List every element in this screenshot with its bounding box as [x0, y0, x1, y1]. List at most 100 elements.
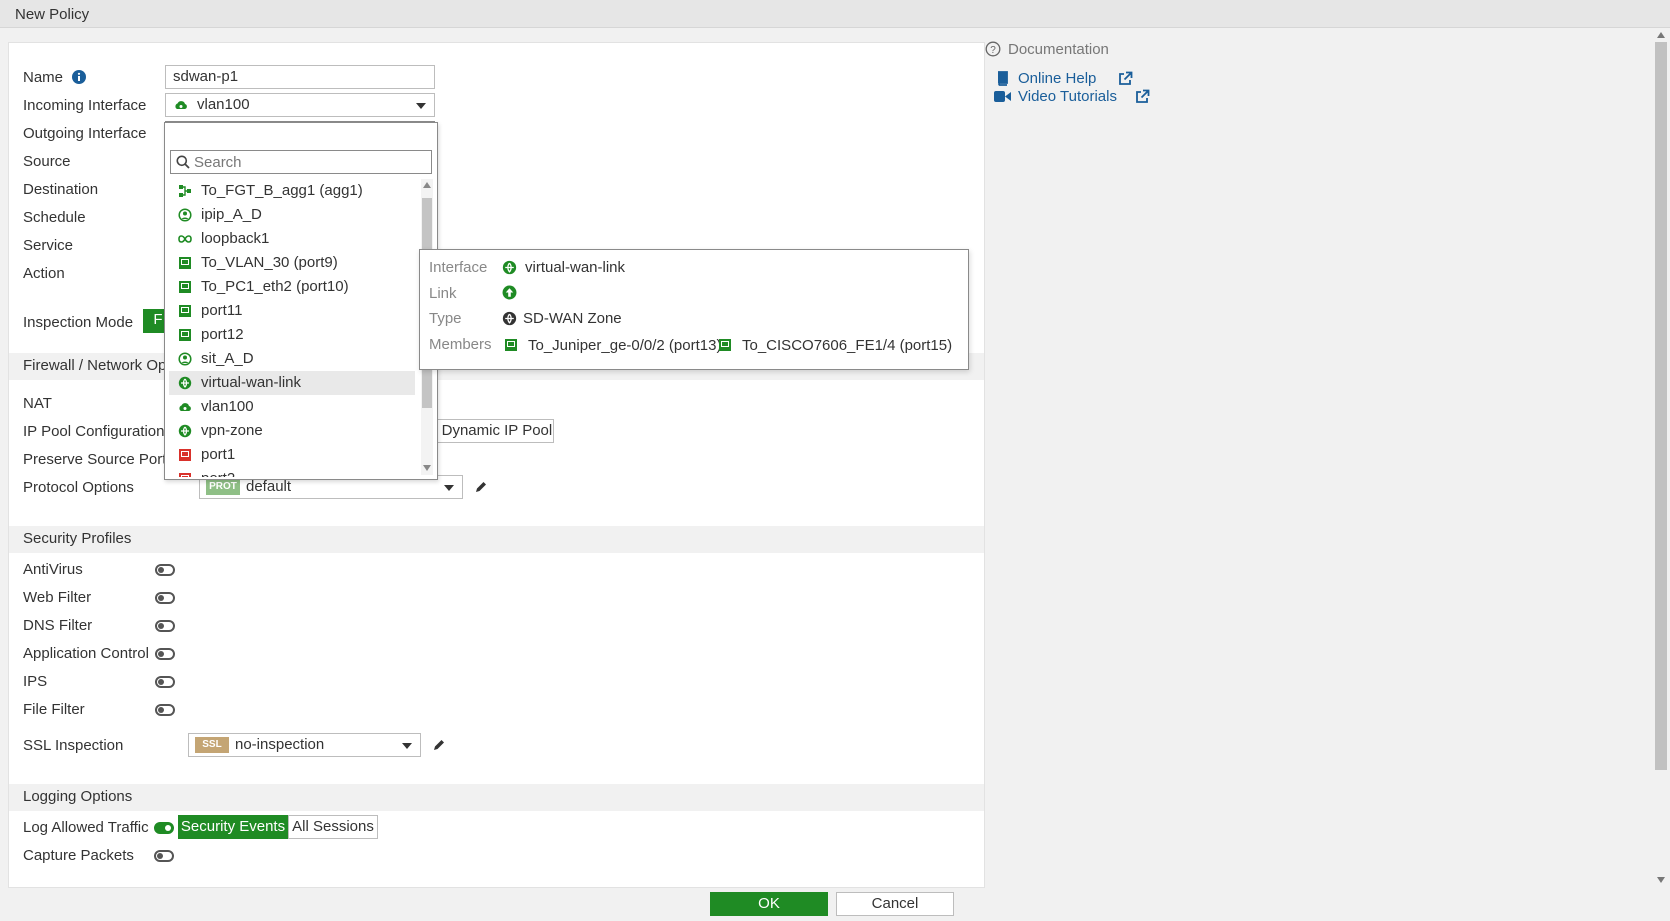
page-scrollbar[interactable] [1652, 28, 1670, 888]
incoming-interface-select[interactable]: vlan100 [165, 93, 435, 117]
vlan-icon [175, 101, 187, 109]
tooltip-members-key: Members [429, 336, 492, 353]
dropdown-item-port2[interactable]: port2 [169, 467, 415, 477]
window-title: New Policy [15, 6, 90, 23]
application-control-toggle[interactable] [155, 648, 175, 660]
ssl-badge: SSL [195, 737, 229, 753]
outgoing-interface-dropdown[interactable]: Search To_FGT_B_agg1 (agg1) ipip_A_D loo… [164, 122, 438, 480]
info-icon[interactable] [72, 70, 86, 84]
external-link-icon[interactable] [1118, 71, 1133, 86]
web-filter-toggle[interactable] [155, 592, 175, 604]
vlan-icon [179, 403, 191, 411]
edit-pencil-icon[interactable] [474, 480, 488, 494]
outgoing-interface-label: Outgoing Interface [23, 125, 147, 142]
antivirus-label: AntiVirus [23, 561, 83, 578]
port-icon [179, 305, 191, 317]
dns-filter-label: DNS Filter [23, 617, 93, 634]
security-profiles-header: Security Profiles [9, 526, 984, 553]
ips-label: IPS [23, 673, 48, 690]
logging-options-header: Logging Options [9, 784, 984, 811]
name-label: Name [23, 69, 64, 86]
video-tutorials-link[interactable]: Video Tutorials [1018, 88, 1117, 105]
dropdown-item-port11[interactable]: port11 [169, 299, 415, 323]
source-label: Source [23, 153, 71, 170]
loopback-icon [178, 235, 192, 243]
help-circle-icon: ? [985, 41, 1001, 57]
ips-toggle[interactable] [155, 676, 175, 688]
chevron-down-icon [416, 103, 426, 109]
dropdown-item-port9[interactable]: To_VLAN_30 (port9) [169, 251, 415, 275]
inspection-mode-label: Inspection Mode [23, 314, 134, 331]
aggregate-icon [179, 185, 191, 197]
chevron-down-icon [402, 743, 412, 749]
log-allowed-traffic-toggle[interactable] [154, 822, 174, 834]
dropdown-item-agg1[interactable]: To_FGT_B_agg1 (agg1) [169, 179, 415, 203]
scroll-up-arrow-icon[interactable] [1657, 32, 1665, 38]
schedule-label: Schedule [23, 209, 86, 226]
tooltip-link-key: Link [429, 285, 457, 302]
dropdown-item-ipip[interactable]: ipip_A_D [169, 203, 415, 227]
tunnel-icon [178, 208, 192, 222]
ssl-inspection-label: SSL Inspection [23, 737, 124, 754]
svg-text:?: ? [990, 45, 996, 56]
tunnel-icon [178, 352, 192, 366]
incoming-interface-label: Incoming Interface [23, 97, 147, 114]
dropdown-item-vpn-zone[interactable]: vpn-zone [169, 419, 415, 443]
search-placeholder: Search [194, 154, 242, 171]
online-help-link[interactable]: Online Help [1018, 70, 1096, 87]
book-icon [998, 71, 1008, 86]
cancel-button[interactable]: Cancel [836, 892, 954, 916]
dropdown-item-port12[interactable]: port12 [169, 323, 415, 347]
page-scroll-thumb[interactable] [1655, 42, 1667, 770]
policy-form-panel: Name sdwan-p1 Incoming Interface vlan100… [8, 42, 985, 888]
name-field[interactable]: sdwan-p1 [165, 65, 435, 89]
preserve-source-port-label: Preserve Source Port [23, 451, 167, 468]
capture-packets-toggle[interactable] [154, 850, 174, 862]
sdwan-zone-icon [502, 260, 517, 275]
antivirus-toggle[interactable] [155, 564, 175, 576]
window-titlebar: New Policy [0, 0, 1670, 28]
dropdown-item-virtual-wan-link[interactable]: virtual-wan-link [169, 371, 415, 395]
external-link-icon[interactable] [1135, 89, 1150, 104]
all-sessions-button[interactable]: All Sessions [288, 815, 378, 839]
dropdown-item-vlan100[interactable]: vlan100 [169, 395, 415, 419]
dropdown-search-input[interactable]: Search [170, 150, 432, 174]
security-events-button[interactable]: Security Events [178, 815, 288, 839]
protocol-options-value: default [246, 478, 292, 495]
capture-packets-label: Capture Packets [23, 847, 134, 864]
prot-badge: PROT [206, 479, 240, 495]
file-filter-toggle[interactable] [155, 704, 175, 716]
scroll-up-arrow-icon[interactable] [423, 182, 431, 188]
documentation-title: Documentation [1008, 41, 1109, 58]
destination-label: Destination [23, 181, 99, 198]
service-label: Service [23, 237, 74, 254]
video-camera-icon [994, 91, 1011, 102]
chevron-down-icon [444, 485, 454, 491]
tooltip-member-2: To_CISCO7606_FE1/4 (port15) [742, 337, 953, 354]
ssl-inspection-value: no-inspection [235, 736, 325, 753]
scroll-down-arrow-icon[interactable] [423, 465, 431, 471]
footer-bar: OK Cancel [0, 888, 1670, 921]
dropdown-item-loopback[interactable]: loopback1 [169, 227, 415, 251]
action-label: Action [23, 265, 65, 282]
file-filter-label: File Filter [23, 701, 85, 718]
edit-pencil-icon[interactable] [432, 738, 446, 752]
sdwan-zone-icon [178, 376, 192, 390]
incoming-interface-value: vlan100 [197, 96, 250, 113]
zone-icon [178, 424, 192, 438]
ok-button[interactable]: OK [710, 892, 828, 916]
scroll-down-arrow-icon[interactable] [1657, 877, 1665, 883]
port-icon [179, 329, 191, 341]
log-allowed-traffic-label: Log Allowed Traffic [23, 819, 149, 836]
search-icon [176, 155, 190, 169]
dns-filter-toggle[interactable] [155, 620, 175, 632]
dropdown-item-port10[interactable]: To_PC1_eth2 (port10) [169, 275, 415, 299]
dropdown-item-sit[interactable]: sit_A_D [169, 347, 415, 371]
ssl-inspection-select[interactable]: SSL no-inspection [188, 733, 421, 757]
dropdown-item-port1[interactable]: port1 [169, 443, 415, 467]
port-down-icon [179, 449, 191, 461]
ip-pool-label: IP Pool Configuration [23, 423, 165, 440]
web-filter-label: Web Filter [23, 589, 92, 606]
interface-list: To_FGT_B_agg1 (agg1) ipip_A_D loopback1 … [169, 179, 415, 477]
port-icon [719, 339, 731, 351]
